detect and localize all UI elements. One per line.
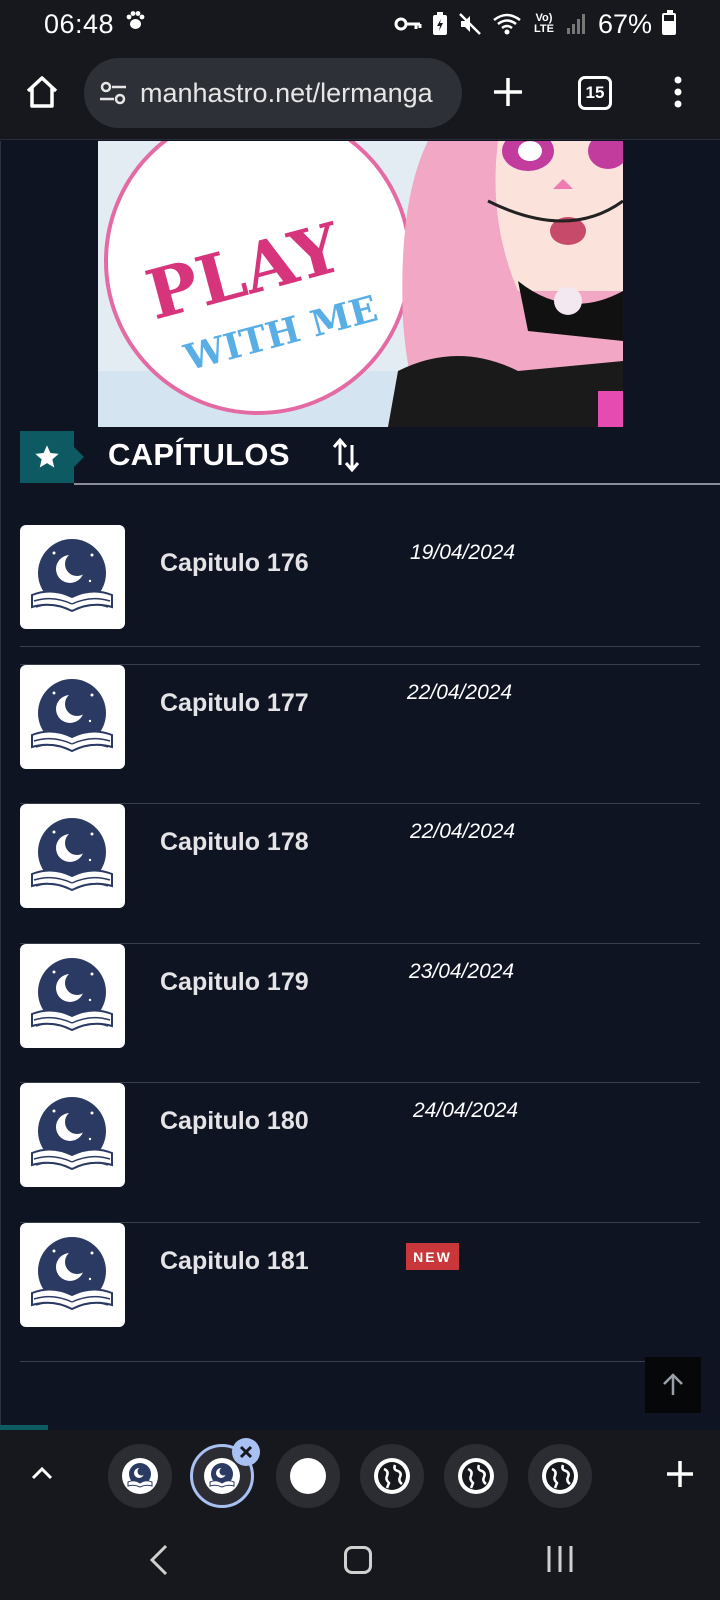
chapter-row[interactable]: Capitulo 178 22/04/2024 [20, 804, 700, 944]
status-time: 06:48 [44, 8, 115, 39]
globe-icon [462, 1462, 490, 1490]
star-badge [20, 431, 84, 483]
book-moon-icon [31, 818, 113, 892]
tab-thumb[interactable] [276, 1444, 340, 1508]
tab-switcher-button[interactable]: 15 [578, 76, 612, 110]
key-icon [394, 16, 422, 32]
expand-tabs-button[interactable] [28, 1460, 56, 1488]
wifi-icon [492, 12, 522, 36]
book-moon-icon [209, 1463, 235, 1488]
new-tab-button[interactable] [488, 72, 528, 112]
tab-thumb[interactable] [108, 1444, 172, 1508]
chapter-row[interactable]: Capitulo 177 22/04/2024 [20, 665, 700, 804]
new-badge: NEW [406, 1243, 459, 1270]
back-chevron-icon [149, 1544, 168, 1576]
battery-icon [662, 10, 676, 35]
status-icons: Vo) LTE 67% [394, 9, 676, 40]
sort-toggle-button[interactable] [330, 435, 364, 475]
book-moon-icon [127, 1463, 153, 1488]
home-icon [26, 76, 58, 108]
book-moon-icon [31, 539, 113, 613]
signal-icon [566, 13, 588, 35]
chapter-date: 22/04/2024 [410, 820, 516, 843]
globe-icon [546, 1462, 574, 1490]
scroll-to-top-button[interactable] [645, 1357, 701, 1413]
page-border [0, 141, 1, 1430]
star-icon [35, 445, 59, 468]
chapter-thumbnail [20, 804, 125, 908]
chapter-title[interactable]: Capitulo 181 [160, 1247, 309, 1276]
chapter-thumbnail [20, 665, 125, 769]
chapter-title[interactable]: Capitulo 176 [160, 549, 309, 578]
plus-icon [667, 1461, 693, 1487]
plus-icon [494, 78, 522, 106]
tab-strip [0, 1430, 720, 1520]
paw-icon [124, 10, 146, 38]
chapter-row[interactable]: Capitulo 181 NEW [20, 1223, 700, 1362]
browser-toolbar: manhastro.net/lermanga 15 [0, 48, 720, 140]
globe-favicon [458, 1458, 494, 1494]
battery-saver-icon [432, 12, 448, 36]
home-nav-button[interactable] [344, 1546, 372, 1574]
chapter-row[interactable]: Capitulo 179 23/04/2024 [20, 944, 700, 1083]
system-nav-bar [0, 1520, 720, 1600]
back-button[interactable] [146, 1542, 172, 1578]
recent-apps-button[interactable] [546, 1544, 574, 1574]
url-text: manhastro.net/lermanga [140, 77, 433, 108]
chapter-row[interactable]: Capitulo 176 19/04/2024 [20, 525, 700, 665]
manga-cover-image: PLAY WITH ME [98, 141, 623, 427]
chapters-section-header: CAPÍTULOS [20, 431, 720, 487]
blank-favicon [290, 1458, 326, 1494]
chapter-thumbnail [20, 944, 125, 1048]
globe-favicon [374, 1458, 410, 1494]
chapter-date: 23/04/2024 [409, 960, 515, 983]
book-moon-icon [31, 958, 113, 1032]
volte-icon: Vo) LTE [532, 13, 556, 35]
home-button[interactable] [24, 74, 60, 110]
close-icon [239, 1445, 253, 1459]
chapter-title[interactable]: Capitulo 177 [160, 689, 309, 718]
chapter-date: 24/04/2024 [413, 1099, 519, 1122]
chapter-title[interactable]: Capitulo 178 [160, 828, 309, 857]
status-bar: 06:48 Vo) LTE 67% [0, 0, 720, 48]
arrow-up-icon [663, 1373, 683, 1395]
battery-percent: 67% [597, 8, 652, 39]
add-tab-button[interactable] [664, 1458, 696, 1490]
chapter-thumbnail [20, 1083, 125, 1187]
page-content: PLAY WITH ME CAPÍTULOS Capitulo 176 19/0… [0, 141, 720, 1430]
chevron-up-icon [31, 1466, 53, 1480]
recents-icon [547, 1546, 573, 1572]
sort-arrows-icon [332, 437, 360, 473]
tab-thumb[interactable] [528, 1444, 592, 1508]
tab-thumb[interactable] [444, 1444, 508, 1508]
chapter-title[interactable]: Capitulo 179 [160, 968, 309, 997]
chapter-thumbnail [20, 1223, 125, 1327]
close-tab-button[interactable] [232, 1438, 260, 1466]
site-favicon [122, 1458, 158, 1494]
site-favicon [204, 1458, 240, 1494]
url-bar[interactable]: manhastro.net/lermanga [84, 58, 462, 128]
section-title: CAPÍTULOS [108, 437, 290, 472]
more-vert-icon [674, 76, 682, 108]
book-moon-icon [31, 1097, 113, 1171]
book-moon-icon [31, 679, 113, 753]
chapter-date: 19/04/2024 [410, 541, 516, 564]
globe-favicon [542, 1458, 578, 1494]
section-divider [74, 483, 720, 485]
chapter-thumbnail [20, 525, 125, 629]
volte-label: Vo) LTE [533, 12, 554, 35]
chapter-title[interactable]: Capitulo 180 [160, 1107, 309, 1136]
tab-thumb[interactable] [360, 1444, 424, 1508]
book-moon-icon [31, 1237, 113, 1311]
site-settings-icon[interactable] [98, 78, 128, 108]
browser-menu-button[interactable] [666, 72, 690, 112]
chapter-date: 22/04/2024 [407, 681, 513, 704]
globe-icon [378, 1462, 406, 1490]
mute-icon [458, 12, 482, 36]
chapter-row[interactable]: Capitulo 180 24/04/2024 [20, 1083, 700, 1223]
